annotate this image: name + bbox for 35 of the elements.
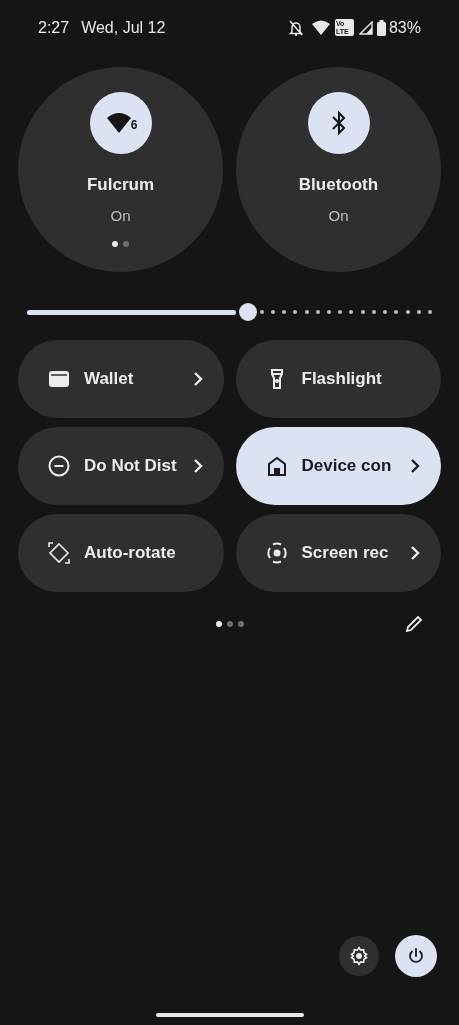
tile-label: Device con: [301, 455, 392, 478]
record-icon: [264, 541, 289, 565]
settings-icon: [349, 946, 369, 966]
signal-icon: [358, 20, 373, 35]
tile-status: On: [328, 205, 349, 226]
tile-label: Flashlight: [301, 368, 382, 391]
tile-label: Screen rec: [301, 542, 389, 565]
quick-setting-tile[interactable]: Flashlight: [235, 340, 441, 418]
quick-setting-tile[interactable]: Bluetooth On: [236, 67, 441, 272]
quick-setting-tile[interactable]: Auto-rotate: [18, 514, 224, 592]
tile-status: On: [110, 205, 131, 226]
date: Wed, Jul 12: [81, 17, 166, 38]
wifi-band-label: 6: [130, 119, 138, 131]
tile-label: Fulcrum: [86, 174, 155, 196]
brightness-slider[interactable]: [27, 300, 432, 324]
quick-setting-tile[interactable]: Wallet: [18, 340, 224, 418]
quick-setting-tile[interactable]: Screen rec: [235, 514, 441, 592]
battery-percent: 83%: [388, 17, 421, 38]
tile-label: Auto-rotate: [84, 542, 176, 565]
edit-icon[interactable]: [405, 615, 423, 633]
settings-button[interactable]: [339, 936, 379, 976]
tile-label: Wallet: [84, 368, 134, 391]
power-icon: [407, 947, 425, 965]
bell-off-icon: [288, 19, 303, 36]
wifi-icon: [311, 20, 330, 35]
minus-circle-icon: [47, 454, 71, 478]
clock: 2:27: [38, 17, 70, 38]
power-button[interactable]: [395, 935, 437, 977]
quick-setting-tile[interactable]: Do Not Dist: [18, 427, 224, 505]
tile-label: Do Not Dist: [84, 455, 177, 478]
tile-label: Bluetooth: [298, 174, 379, 196]
battery-icon: [376, 19, 386, 36]
quick-setting-tile[interactable]: 6 Fulcrum On: [18, 67, 223, 272]
quick-setting-tile[interactable]: Device con: [235, 427, 441, 505]
rotate-icon: [47, 541, 71, 565]
